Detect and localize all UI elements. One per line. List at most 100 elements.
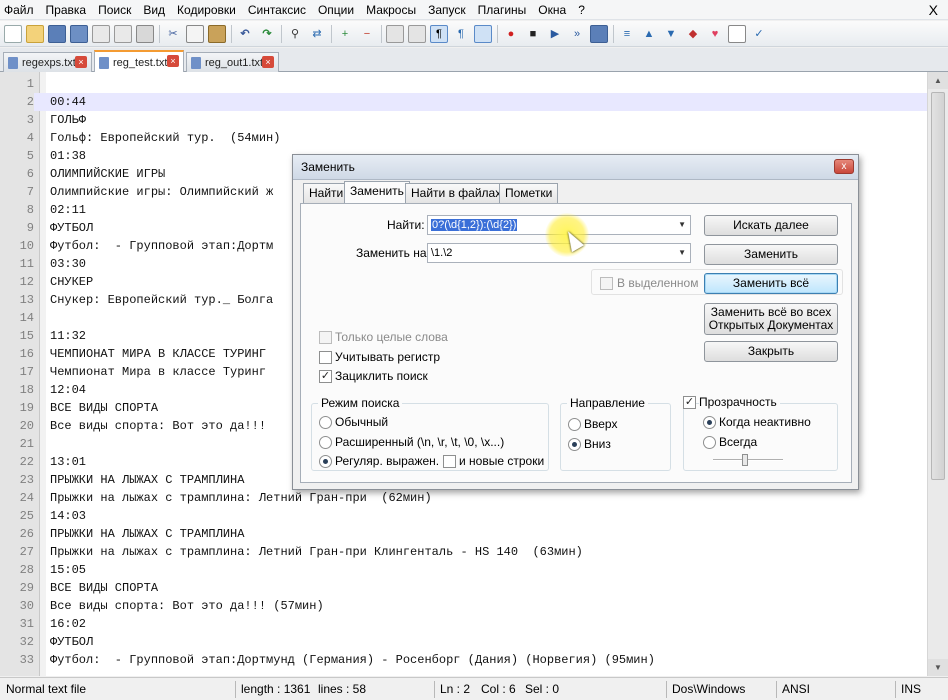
- whole-word-checkbox[interactable]: [319, 331, 332, 344]
- zoom-out-icon[interactable]: −: [358, 25, 376, 43]
- menu-window[interactable]: Окна: [532, 0, 572, 20]
- editor-line[interactable]: 28 15:05: [0, 561, 927, 579]
- menu-run[interactable]: Запуск: [422, 0, 472, 20]
- replace-all-open-docs-button[interactable]: Заменить всё во всех Открытых Документах: [704, 303, 838, 335]
- transparency-inactive-radio[interactable]: [703, 416, 716, 429]
- transparency-slider-thumb[interactable]: [741, 454, 748, 466]
- editor-line[interactable]: 26 ПРЫЖКИ НА ЛЫЖАХ С ТРАМПЛИНА: [0, 525, 927, 543]
- close-all-icon[interactable]: [114, 24, 132, 43]
- show-all-chars-icon[interactable]: ¶: [430, 24, 448, 43]
- dialog-titlebar[interactable]: Заменить x: [293, 155, 858, 180]
- direction-up-radio[interactable]: [568, 418, 581, 431]
- nav-down-icon[interactable]: ▼: [662, 25, 680, 43]
- editor-line[interactable]: 27 Прыжки на лыжах с трамплина: Летний Гр…: [0, 543, 927, 561]
- replace-all-button[interactable]: Заменить всё: [704, 273, 838, 294]
- close-icon[interactable]: ×: [262, 56, 274, 68]
- menu-plugins[interactable]: Плагины: [472, 0, 533, 20]
- bookmark-icon[interactable]: ◆: [684, 25, 702, 43]
- menu-search[interactable]: Поиск: [92, 0, 137, 20]
- nav-up-icon[interactable]: ▲: [640, 25, 658, 43]
- menu-edit[interactable]: Правка: [40, 0, 93, 20]
- mode-normal-radio[interactable]: [319, 416, 332, 429]
- save-icon[interactable]: [48, 24, 66, 43]
- editor-line[interactable]: 33 Футбол: - Групповой этап:Дортмунд (Гер…: [0, 651, 927, 669]
- open-file-icon[interactable]: [26, 24, 44, 43]
- wrap-around-checkbox[interactable]: ✓: [319, 370, 332, 383]
- scroll-down-icon[interactable]: ▼: [928, 659, 948, 676]
- replace-icon[interactable]: ⇄: [308, 25, 326, 43]
- dialog-close-icon[interactable]: x: [834, 159, 854, 174]
- menu-settings[interactable]: Опции: [312, 0, 360, 20]
- tab-mark[interactable]: Пометки: [499, 183, 559, 203]
- nav-left-icon[interactable]: ≡: [618, 25, 636, 43]
- editor-line[interactable]: 24 Прыжки на лыжах с трамплина: Летний Гр…: [0, 489, 927, 507]
- editor-line[interactable]: 29 ВСЕ ВИДЫ СПОРТА: [0, 579, 927, 597]
- transparency-slider[interactable]: [713, 459, 783, 461]
- editor-line[interactable]: 30 Все виды спорта: Вот это да!!! (57мин): [0, 597, 927, 615]
- tab-regexps[interactable]: regexps.txt ×: [3, 52, 92, 72]
- editor-line[interactable]: 32 ФУТБОЛ: [0, 633, 927, 651]
- paste-icon[interactable]: [208, 24, 226, 43]
- vertical-scrollbar[interactable]: ▲ ▼: [927, 72, 948, 676]
- editor-line[interactable]: 4 Гольф: Европейский тур. (54мин): [0, 129, 927, 147]
- close-button[interactable]: Закрыть: [704, 341, 838, 362]
- redo-icon[interactable]: ↷: [258, 25, 276, 43]
- in-selection-checkbox[interactable]: [600, 277, 613, 290]
- stop-record-icon[interactable]: ■: [524, 25, 542, 43]
- replace-button[interactable]: Заменить: [704, 244, 838, 265]
- scroll-up-icon[interactable]: ▲: [928, 72, 948, 89]
- doc-map-icon[interactable]: [474, 24, 492, 43]
- dot-matches-newline-checkbox[interactable]: [443, 455, 456, 468]
- copy-icon[interactable]: [186, 24, 204, 43]
- menu-macro[interactable]: Макросы: [360, 0, 422, 20]
- tab-replace[interactable]: Заменить: [344, 181, 410, 204]
- close-document-icon[interactable]: X: [929, 0, 938, 20]
- sync-scroll-icon[interactable]: [386, 24, 404, 43]
- record-macro-icon[interactable]: ●: [502, 25, 520, 43]
- transparency-always-radio[interactable]: [703, 436, 716, 449]
- mode-regex-radio[interactable]: [319, 455, 332, 468]
- launch-icon[interactable]: [728, 24, 746, 43]
- tab-find-in-files[interactable]: Найти в файлах: [405, 183, 508, 203]
- chevron-down-icon[interactable]: ▼: [678, 216, 686, 234]
- menu-encoding[interactable]: Кодировки: [171, 0, 242, 20]
- tab-find[interactable]: Найти: [303, 183, 350, 203]
- scrollbar-thumb[interactable]: [931, 92, 945, 480]
- menu-help[interactable]: ?: [572, 0, 591, 20]
- zoom-in-icon[interactable]: +: [336, 25, 354, 43]
- save-all-icon[interactable]: [70, 24, 88, 43]
- editor-line[interactable]: 2 00:44: [0, 93, 927, 111]
- close-icon[interactable]: ×: [167, 55, 179, 67]
- new-file-icon[interactable]: [4, 24, 22, 43]
- tab-reg-out1[interactable]: reg_out1.txt ×: [186, 52, 279, 72]
- mode-extended-radio[interactable]: [319, 436, 332, 449]
- undo-icon[interactable]: ↶: [236, 25, 254, 43]
- close-icon[interactable]: ×: [75, 56, 87, 68]
- menu-language[interactable]: Синтаксис: [242, 0, 312, 20]
- editor-line[interactable]: 1: [0, 75, 927, 93]
- cut-icon[interactable]: ✂: [164, 25, 182, 43]
- menu-file[interactable]: Файл: [0, 0, 40, 20]
- chevron-down-icon[interactable]: ▼: [678, 244, 686, 262]
- tab-reg-test[interactable]: reg_test.txt ×: [94, 50, 184, 73]
- print-icon[interactable]: [136, 24, 154, 43]
- heart-icon[interactable]: ♥: [706, 25, 724, 43]
- line-text: Гольф: Европейский тур. (54мин): [50, 131, 281, 145]
- play-macro-icon[interactable]: ▶: [546, 25, 564, 43]
- editor-line[interactable]: 31 16:02: [0, 615, 927, 633]
- editor-line[interactable]: 25 14:03: [0, 507, 927, 525]
- find-icon[interactable]: ⚲: [286, 25, 304, 43]
- direction-down-radio[interactable]: [568, 438, 581, 451]
- transparency-checkbox[interactable]: ✓: [683, 396, 696, 409]
- match-case-checkbox[interactable]: [319, 351, 332, 364]
- editor-line[interactable]: 3 ГОЛЬФ: [0, 111, 927, 129]
- find-next-button[interactable]: Искать далее: [704, 215, 838, 236]
- spellcheck-icon[interactable]: ✓: [750, 25, 768, 43]
- run-macro-multiple-icon[interactable]: »: [568, 25, 586, 43]
- word-wrap-icon[interactable]: [408, 24, 426, 43]
- menu-view[interactable]: Вид: [137, 0, 171, 20]
- direction-group: Направление: [560, 396, 671, 471]
- close-file-icon[interactable]: [92, 24, 110, 43]
- save-macro-icon[interactable]: [590, 24, 608, 43]
- indent-guide-icon[interactable]: ¶: [452, 25, 470, 43]
